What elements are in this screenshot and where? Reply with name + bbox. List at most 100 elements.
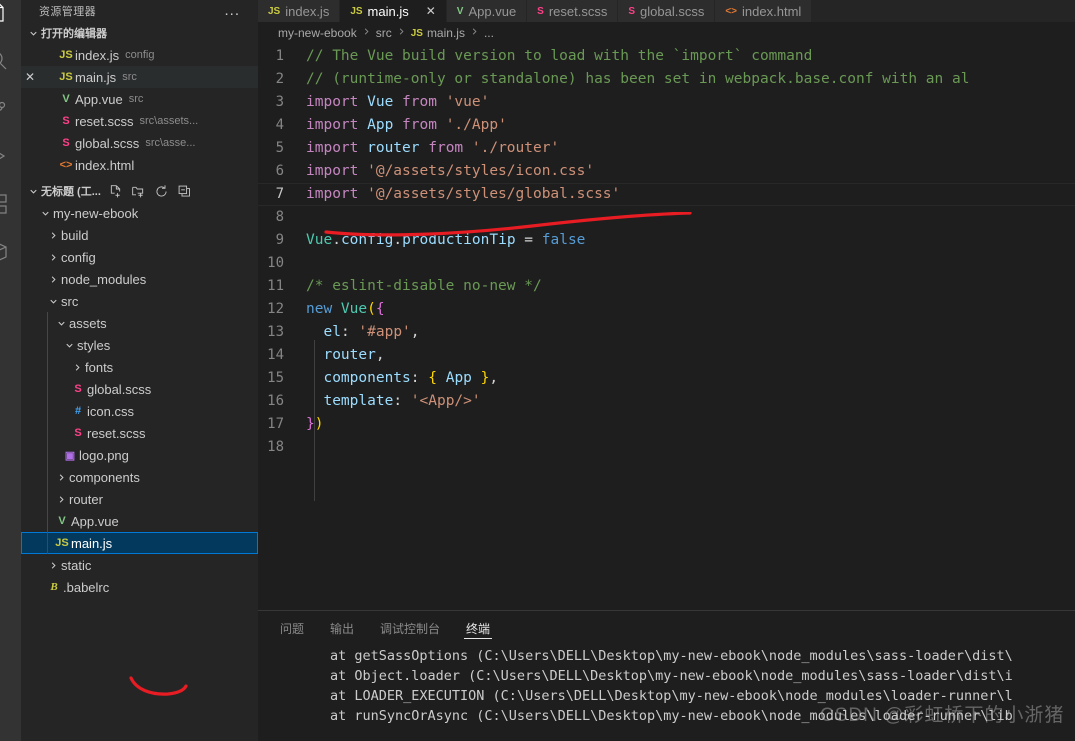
line-number: 11 [267, 278, 284, 294]
search-icon[interactable] [0, 36, 21, 84]
scss-file-icon: S [62, 115, 70, 127]
token: App [367, 117, 394, 133]
code-line: 16 template: '<App/>' [258, 390, 1075, 413]
editor-tab[interactable]: Sreset.scss [527, 0, 619, 22]
tree-folder-row[interactable]: build [21, 224, 258, 246]
tree-file-row[interactable]: B .babelrc [21, 576, 258, 598]
line-number: 16 [267, 393, 284, 409]
vue-file-icon: V [456, 5, 464, 17]
editor-tab[interactable]: Sglobal.scss [618, 0, 716, 22]
new-file-icon[interactable] [107, 182, 125, 200]
open-editor-item[interactable]: JS index.js config [21, 44, 258, 66]
panel-tab[interactable]: 终端 [464, 611, 493, 646]
code-text: // The Vue build version to load with th… [306, 45, 812, 68]
chevron-right-icon [45, 252, 61, 263]
open-editor-path: src [128, 93, 144, 105]
tree-item-label: my-new-ebook [53, 205, 139, 221]
new-folder-icon[interactable] [130, 182, 148, 200]
extensions-icon[interactable] [0, 180, 21, 228]
tree-file-row[interactable]: V App.vue [21, 510, 258, 532]
chevron-down-icon [53, 318, 69, 329]
tree-item-label: main.js [71, 535, 113, 551]
token: , [375, 347, 385, 363]
open-editor-item[interactable]: Sglobal.scss src\asse... [21, 132, 258, 154]
panel-tab[interactable]: 调试控制台 [378, 611, 442, 646]
close-icon[interactable]: ✕ [21, 70, 39, 84]
tree-folder-row[interactable]: node_modules [21, 268, 258, 290]
terminal-line: at Object.loader (C:\Users\DELL\Desktop\… [330, 668, 1013, 684]
run-and-debug-icon[interactable] [0, 132, 21, 180]
vue-file-icon: V [58, 515, 66, 527]
open-editor-item[interactable]: <> index.html [21, 154, 258, 176]
scss-file-icon: S [628, 5, 636, 17]
code-text: }) [306, 413, 323, 436]
tree-item-label: build [61, 227, 89, 243]
refresh-icon[interactable] [153, 182, 171, 200]
explorer-icon[interactable] [0, 0, 21, 36]
tree-folder-row[interactable]: src [21, 290, 258, 312]
js-file-icon: JS [59, 71, 73, 83]
open-editor-item[interactable]: ✕ JS main.js src [21, 66, 258, 88]
tree-file-row[interactable]: Sglobal.scss [21, 378, 258, 400]
tree-folder-row[interactable]: router [21, 488, 258, 510]
tree-item-label: node_modules [61, 271, 147, 287]
token: template [323, 393, 394, 409]
token: '#app' [358, 324, 411, 340]
tree-item-label: src [61, 293, 79, 309]
breadcrumb-item[interactable]: ... [484, 26, 494, 40]
token: Vue [367, 94, 394, 110]
code-line: 1 // The Vue build version to load with t… [258, 45, 1075, 68]
open-editor-item[interactable]: V App.vue src [21, 88, 258, 110]
token: ) [314, 416, 324, 432]
remote-explorer-icon[interactable] [0, 228, 21, 276]
code-text: import '@/assets/styles/global.scss' [306, 183, 620, 206]
code-text: import '@/assets/styles/icon.css' [306, 160, 594, 183]
open-editor-item[interactable]: Sreset.scss src\assets... [21, 110, 258, 132]
tree-file-row[interactable]: ▣ logo.png [21, 444, 258, 466]
tree-folder-row[interactable]: my-new-ebook [21, 202, 258, 224]
token: import [306, 186, 368, 202]
tree-folder-row[interactable]: static [21, 554, 258, 576]
open-editor-name: reset.scss [75, 113, 134, 129]
code-line: 13 el: '#app', [258, 321, 1075, 344]
terminal-output[interactable]: at getSassOptions (C:\Users\DELL\Desktop… [258, 646, 1075, 741]
tree-file-row[interactable]: # icon.css [21, 400, 258, 422]
panel-tab[interactable]: 问题 [278, 611, 306, 646]
panel-tab[interactable]: 输出 [328, 611, 356, 646]
tree-folder-row[interactable]: components [21, 466, 258, 488]
editor-tab[interactable]: V App.vue [446, 0, 528, 22]
editor-tab[interactable]: JS index.js [258, 0, 341, 22]
token: el [323, 324, 341, 340]
tree-folder-row[interactable]: styles [21, 334, 258, 356]
source-control-icon[interactable] [0, 84, 21, 132]
line-number: 15 [267, 370, 284, 386]
code-line: 14 router, [258, 344, 1075, 367]
indent-guide [47, 400, 48, 422]
line-number: 2 [275, 71, 284, 87]
editor-tab[interactable]: JS main.js ✕ [340, 0, 447, 22]
editor-tab[interactable]: <> index.html [715, 0, 813, 22]
editor-tab-label: global.scss [640, 3, 705, 19]
breadcrumb-item[interactable]: main.js [427, 26, 465, 40]
tree-file-row[interactable]: Sreset.scss [21, 422, 258, 444]
workspace-header[interactable]: 无标题 (工... [21, 180, 258, 202]
line-number: 18 [267, 439, 284, 455]
terminal-line: at LOADER_EXECUTION (C:\Users\DELL\Deskt… [330, 688, 1013, 704]
tree-file-row[interactable]: JS main.js [21, 532, 258, 554]
open-editors-header[interactable]: 打开的编辑器 [21, 22, 258, 44]
indent-guide [47, 510, 48, 532]
close-icon[interactable]: ✕ [426, 4, 436, 18]
file-tree: my-new-ebook build config node_modulessrc as… [21, 202, 258, 598]
editor-tab-label: App.vue [468, 3, 517, 19]
tree-folder-row[interactable]: fonts [21, 356, 258, 378]
code-line: 7 import '@/assets/styles/global.scss' [258, 183, 1075, 206]
more-actions-icon[interactable]: ... [224, 3, 250, 18]
code-editor[interactable]: 1 // The Vue build version to load with t… [258, 44, 1075, 610]
collapse-all-icon[interactable] [176, 182, 194, 200]
breadcrumb-item[interactable]: src [376, 26, 392, 40]
tree-folder-row[interactable]: assets [21, 312, 258, 334]
tree-folder-row[interactable]: config [21, 246, 258, 268]
breadcrumb-item[interactable]: my-new-ebook [278, 26, 357, 40]
tree-item-label: reset.scss [87, 425, 146, 441]
line-number: 9 [275, 232, 284, 248]
